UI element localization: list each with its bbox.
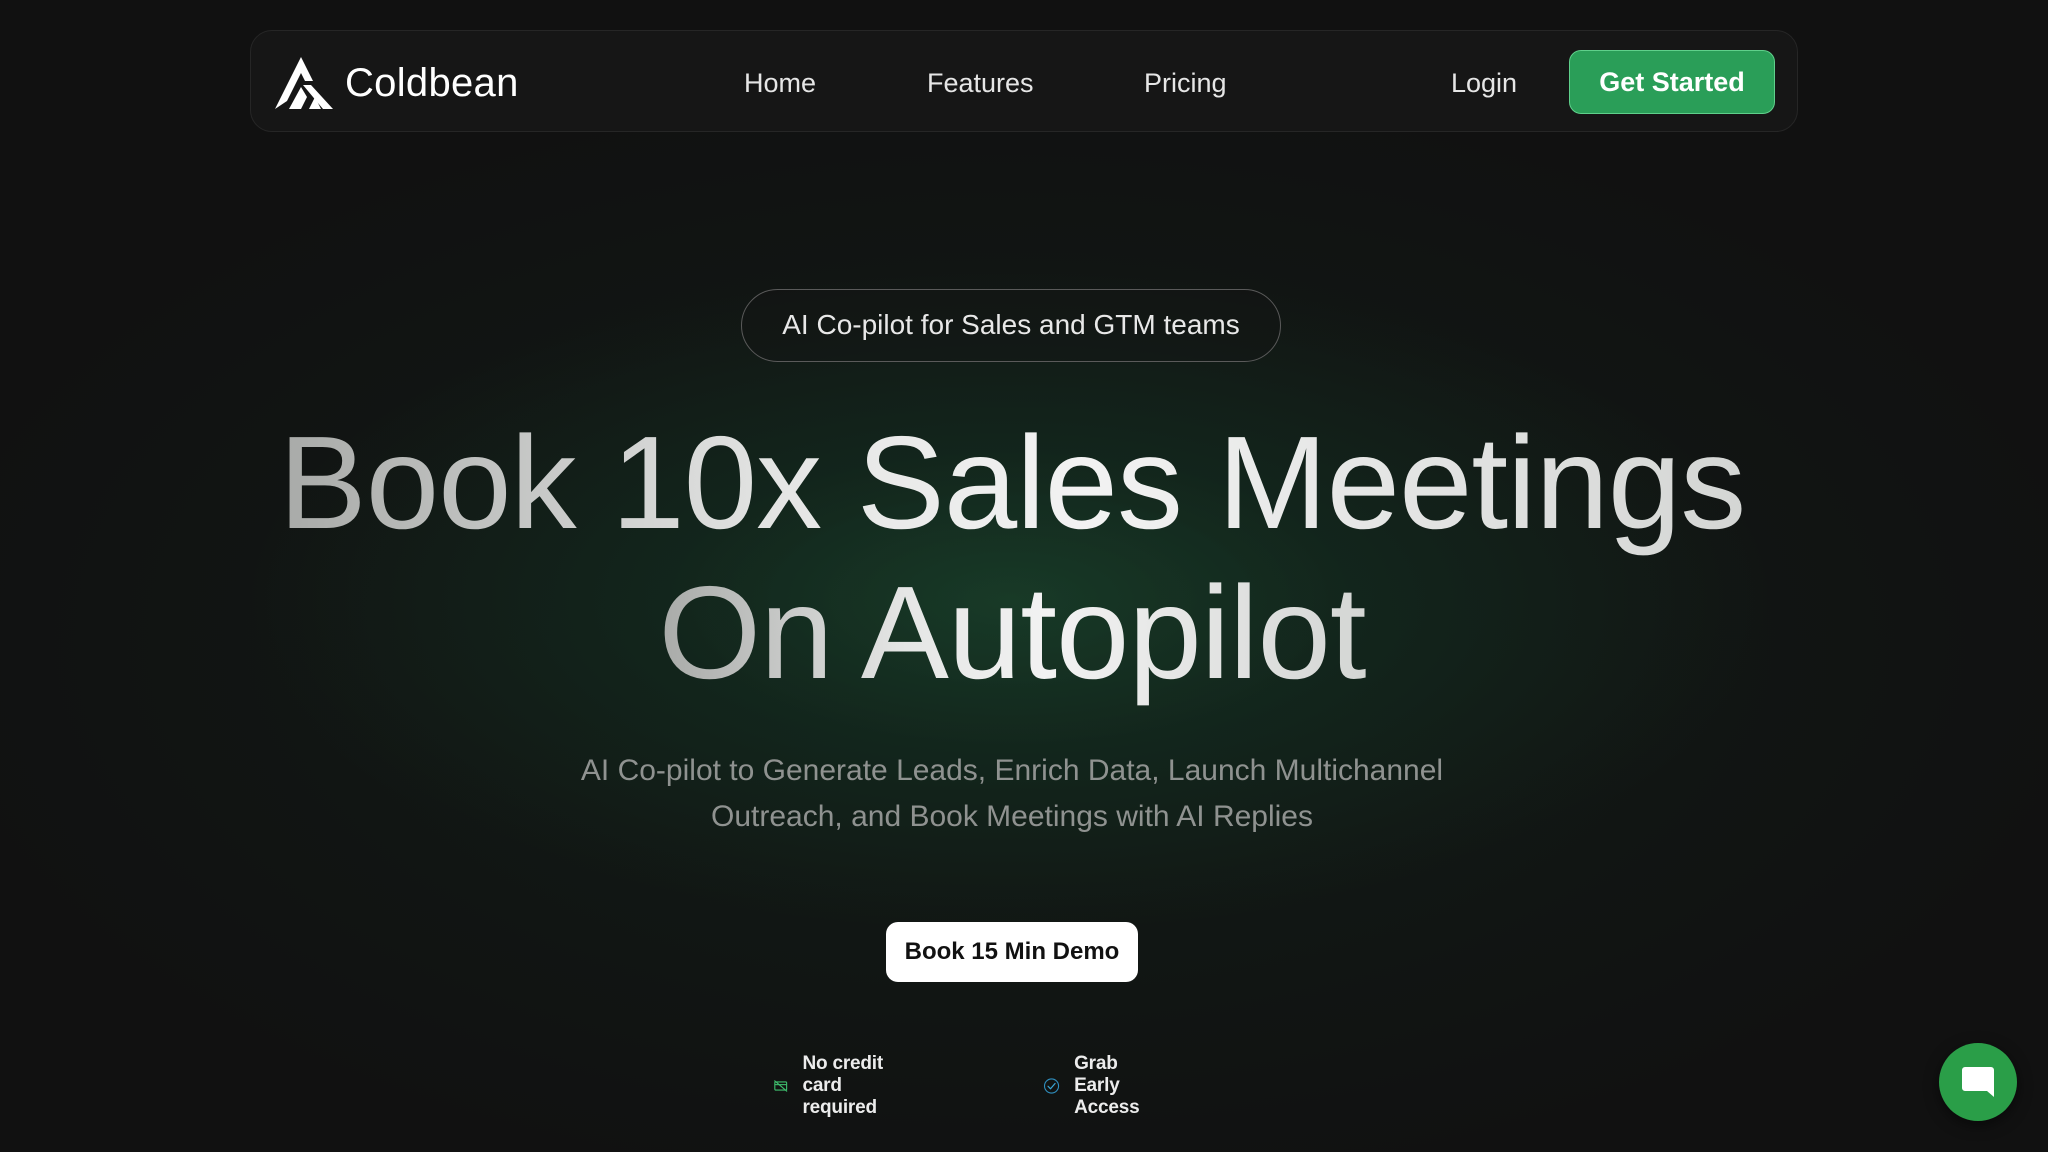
brand-name: Coldbean	[345, 60, 519, 105]
hero-subtitle: AI Co-pilot to Generate Leads, Enrich Da…	[0, 748, 2024, 840]
no-credit-card-icon	[774, 1080, 788, 1092]
headline-line-2: On Autopilot	[658, 559, 1366, 706]
nav-link-home[interactable]: Home	[744, 61, 816, 105]
chat-bubble-icon	[1962, 1067, 1994, 1097]
chat-launcher-button[interactable]	[1939, 1043, 2017, 1121]
perk-label: No credit card required	[802, 1053, 883, 1118]
nav-link-pricing[interactable]: Pricing	[1144, 61, 1227, 105]
hero-headline: Book 10x Sales Meetings On Autopilot	[0, 408, 2024, 708]
landing-page: Coldbean Home Features Pricing Login Get…	[0, 0, 2048, 1152]
perk-early-access: Grab Early Access	[1043, 1053, 1156, 1118]
book-demo-button[interactable]: Book 15 Min Demo	[886, 922, 1138, 982]
subtitle-line-2: Outreach, and Book Meetings with AI Repl…	[711, 800, 1313, 833]
perk-no-credit-card: No credit card required	[773, 1053, 895, 1118]
headline-line-1: Book 10x Sales Meetings	[278, 409, 1747, 556]
hero-badge: AI Co-pilot for Sales and GTM teams	[741, 289, 1281, 362]
brand-logo[interactable]: Coldbean	[275, 55, 519, 111]
check-circle-icon	[1043, 1078, 1060, 1094]
perk-label: Grab Early Access	[1074, 1053, 1140, 1118]
subtitle-line-1: AI Co-pilot to Generate Leads, Enrich Da…	[580, 754, 1444, 787]
login-link[interactable]: Login	[1451, 61, 1517, 105]
get-started-button[interactable]: Get Started	[1569, 50, 1775, 114]
navbar: Coldbean Home Features Pricing Login Get…	[250, 30, 1798, 132]
nav-link-features[interactable]: Features	[927, 61, 1034, 105]
coldbean-logo-icon	[275, 57, 333, 109]
